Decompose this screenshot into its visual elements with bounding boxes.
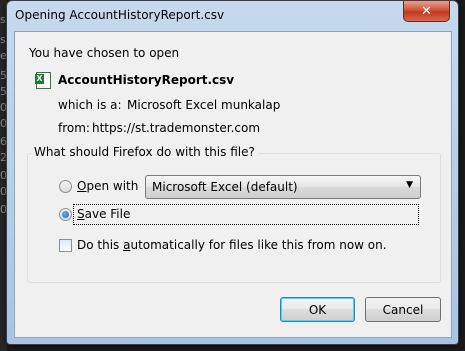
download-dialog: Opening AccountHistoryReport.csv ✕ You h…	[6, 0, 459, 345]
save-file-radio[interactable]	[59, 208, 72, 221]
save-file-label[interactable]: Save File	[77, 207, 130, 221]
close-icon: ✕	[421, 3, 432, 19]
open-with-radio[interactable]	[59, 180, 72, 193]
open-with-app-value: Microsoft Excel (default)	[152, 180, 298, 194]
radio-selected-indicator	[62, 211, 69, 218]
file-type-value: Microsoft Excel munkalap	[127, 98, 281, 112]
file-name: AccountHistoryReport.csv	[58, 73, 235, 87]
close-button[interactable]: ✕	[403, 1, 450, 22]
window-title: Opening AccountHistoryReport.csv	[15, 8, 225, 22]
auto-action-label[interactable]: Do this automatically for files like thi…	[77, 238, 387, 252]
dialog-body: You have chosen to open X AccountHistory…	[14, 31, 452, 338]
chevron-down-icon: ▼	[406, 180, 413, 190]
source-label: from:	[58, 121, 90, 135]
ok-button-label: OK	[308, 302, 327, 317]
ok-button[interactable]: OK	[280, 297, 355, 322]
title-bar[interactable]: Opening AccountHistoryReport.csv ✕	[7, 1, 458, 31]
file-type-label: which is a:	[58, 98, 122, 112]
group-title: What should Firefox do with this file?	[31, 145, 258, 159]
excel-file-icon: X	[35, 72, 51, 89]
cancel-button[interactable]: Cancel	[365, 297, 441, 322]
source-url: https://st.trademonster.com	[92, 121, 261, 135]
intro-text: You have chosen to open	[29, 46, 180, 60]
open-with-app-select[interactable]: Microsoft Excel (default) ▼	[145, 175, 421, 199]
cancel-button-label: Cancel	[382, 302, 424, 317]
open-with-label[interactable]: Open with	[77, 179, 138, 193]
auto-action-checkbox[interactable]	[59, 239, 72, 252]
